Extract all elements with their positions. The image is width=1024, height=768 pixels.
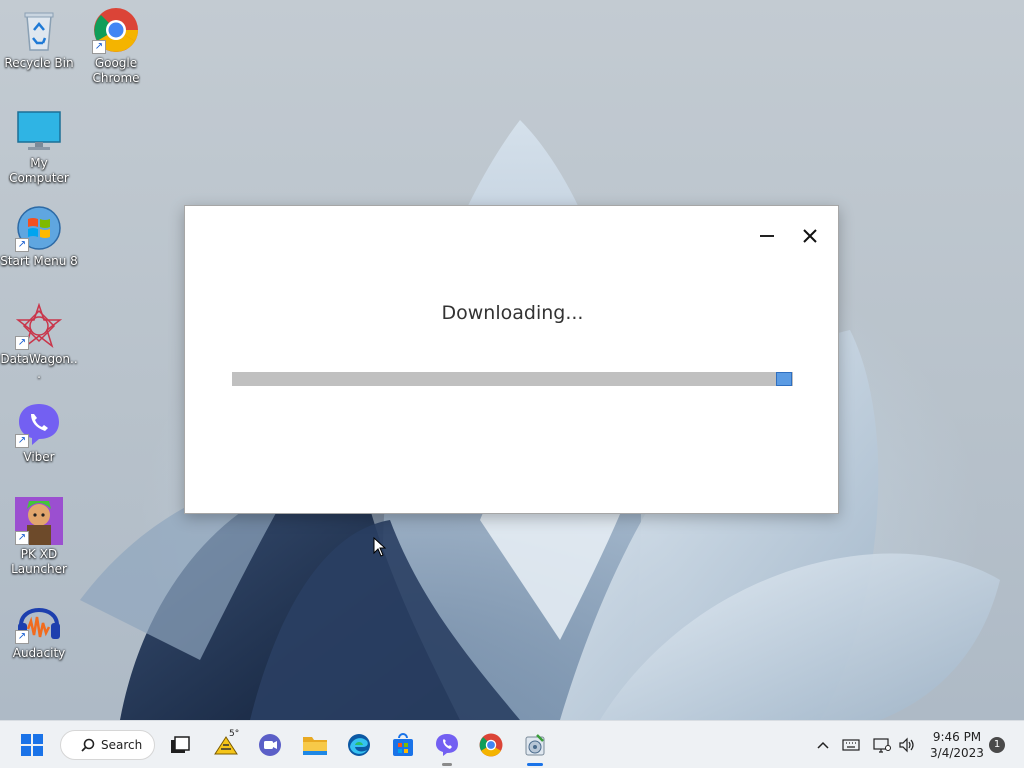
desktop-icon-recycle-bin[interactable]: Recycle Bin xyxy=(0,6,78,71)
taskbar-file-explorer[interactable] xyxy=(299,729,331,761)
taskbar-search-box[interactable]: Search xyxy=(60,730,155,760)
shortcut-arrow-icon: ↗ xyxy=(92,40,106,54)
desktop-icon-label: Audacity xyxy=(12,646,66,660)
shortcut-arrow-icon: ↗ xyxy=(15,336,29,350)
download-progress-bar xyxy=(232,372,793,386)
close-button[interactable] xyxy=(796,222,824,250)
taskbar: Search 5° 9:46 PM 3/4/2023 1 xyxy=(0,720,1024,768)
shortcut-arrow-icon: ↗ xyxy=(15,531,29,545)
viber-icon xyxy=(436,734,458,756)
desktop-icon-label: DataWagon... xyxy=(0,352,78,381)
minimize-button[interactable] xyxy=(753,222,781,250)
chevron-up-icon xyxy=(817,741,829,749)
task-view-icon xyxy=(171,736,190,753)
monitor-icon xyxy=(15,106,63,154)
desktop-icon-label: Google Chrome xyxy=(92,56,140,85)
running-indicator xyxy=(442,763,452,766)
taskbar-chrome[interactable] xyxy=(475,729,507,761)
desktop-icon-pk-xd-launcher[interactable]: ↗ PK XD Launcher xyxy=(0,497,78,577)
desktop-icon-google-chrome[interactable]: ↗ Google Chrome xyxy=(77,6,155,86)
desktop-icon-audacity[interactable]: ↗ Audacity xyxy=(0,596,78,661)
tray-network[interactable] xyxy=(873,736,891,754)
desktop-icon-label: Recycle Bin xyxy=(4,56,74,70)
notification-badge[interactable]: 1 xyxy=(989,737,1005,753)
desktop-icon-start-menu-8[interactable]: ↗ Start Menu 8 xyxy=(0,204,78,269)
edge-icon xyxy=(348,734,370,756)
desktop: Recycle Bin ↗ Google Chrome My Computer xyxy=(0,0,1024,720)
shortcut-arrow-icon: ↗ xyxy=(15,630,29,644)
network-icon xyxy=(873,738,891,753)
audacity-icon: ↗ xyxy=(15,596,63,644)
desktop-icon-label: My Computer xyxy=(9,156,69,185)
chrome-icon xyxy=(479,733,503,757)
recycle-bin-icon xyxy=(15,6,63,54)
clock-date: 3/4/2023 xyxy=(930,746,984,760)
chrome-icon: ↗ xyxy=(92,6,140,54)
teams-icon xyxy=(259,734,281,756)
keyboard-icon xyxy=(842,739,860,751)
tray-volume[interactable] xyxy=(898,736,916,754)
taskbar-viber[interactable] xyxy=(431,729,463,766)
datawagon-icon: ↗ xyxy=(15,302,63,350)
taskbar-installer[interactable] xyxy=(519,729,551,766)
download-dialog: Downloading... xyxy=(184,205,839,514)
taskbar-store[interactable] xyxy=(387,729,419,761)
installer-icon xyxy=(525,734,545,756)
search-label: Search xyxy=(101,738,143,752)
desktop-icon-label: Start Menu 8 xyxy=(0,254,78,268)
mouse-pointer-icon xyxy=(373,537,387,557)
download-status-text: Downloading... xyxy=(441,302,584,324)
taskbar-edge[interactable] xyxy=(343,729,375,761)
speaker-icon xyxy=(899,737,914,753)
clock[interactable]: 9:46 PM 3/4/2023 xyxy=(922,729,992,761)
search-icon xyxy=(81,738,95,752)
taskbar-task-view[interactable] xyxy=(164,729,196,761)
running-indicator xyxy=(527,763,543,766)
windows-orb-icon: ↗ xyxy=(15,204,63,252)
shortcut-arrow-icon: ↗ xyxy=(15,434,29,448)
tray-keyboard[interactable] xyxy=(842,736,860,754)
download-progress-indicator xyxy=(776,372,793,386)
desktop-icon-datawagon[interactable]: ↗ DataWagon... xyxy=(0,302,78,382)
store-icon xyxy=(393,733,413,756)
taskbar-teams[interactable] xyxy=(254,729,286,761)
viber-icon: ↗ xyxy=(15,400,63,448)
minimize-icon xyxy=(760,235,774,237)
desktop-icon-my-computer[interactable]: My Computer xyxy=(0,106,78,186)
pkxd-icon: ↗ xyxy=(15,497,63,545)
close-icon xyxy=(803,229,817,243)
shortcut-arrow-icon: ↗ xyxy=(15,238,29,252)
show-hidden-icons-button[interactable] xyxy=(814,736,832,754)
start-button[interactable] xyxy=(16,729,48,761)
desktop-icon-viber[interactable]: ↗ Viber xyxy=(0,400,78,465)
desktop-icon-label: Viber xyxy=(23,450,55,464)
file-explorer-icon xyxy=(303,737,327,755)
desktop-icon-label: PK XD Launcher xyxy=(11,547,67,576)
start-icon xyxy=(21,734,43,756)
clock-time: 9:46 PM xyxy=(932,730,982,744)
weather-temperature: 5° xyxy=(229,729,240,739)
